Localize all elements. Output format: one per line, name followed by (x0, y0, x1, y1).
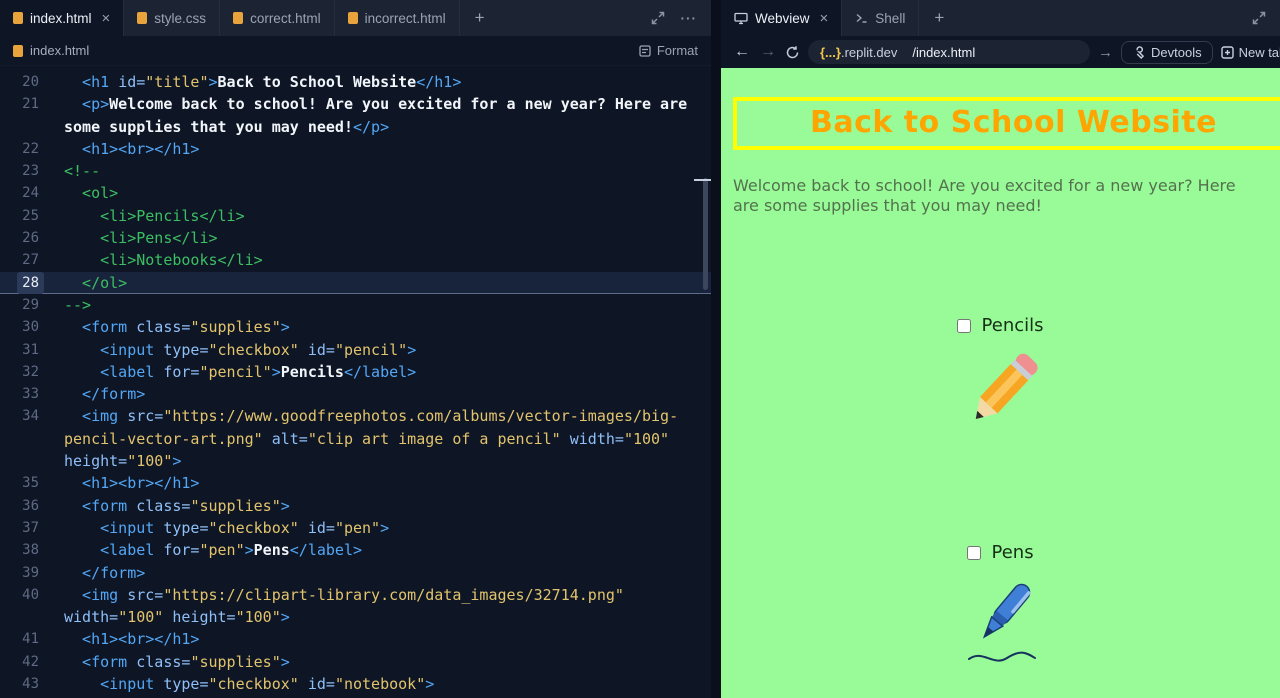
tab-label: Webview (755, 10, 810, 26)
tab-incorrect-html[interactable]: incorrect.html (335, 0, 460, 36)
html-file-icon (233, 12, 244, 24)
code-line: 31 <input type="checkbox" id="pencil"> (22, 340, 417, 359)
refresh-button[interactable] (785, 45, 800, 60)
supply-form-pencils: Pencils (721, 315, 1280, 442)
url-path: /index.html (912, 44, 976, 60)
page-intro-text: Welcome back to school! Are you excited … (733, 176, 1236, 215)
code-line: 28 </ol> (0, 271, 711, 294)
code-line: pencil-vector-art.png" alt="clip art ima… (64, 429, 670, 448)
monitor-icon (734, 12, 748, 24)
css-file-icon (137, 12, 148, 24)
pencils-checkbox[interactable] (957, 319, 972, 334)
code-line: 23 <!-- (22, 162, 101, 181)
format-label: Format (656, 43, 698, 58)
breadcrumb: index.html (30, 43, 90, 58)
url-domain: .replit.dev (840, 44, 898, 60)
pencils-label: Pencils (981, 315, 1044, 337)
forward-button[interactable]: → (759, 43, 777, 61)
page-title: Back to School Website (809, 105, 1218, 140)
code-line: 41 <h1><br></h1> (22, 630, 200, 649)
code-line: 34 <img src="https://www.goodfreephotos.… (22, 407, 679, 426)
expand-pane-icon[interactable] (651, 11, 665, 25)
webview-tab-bar: Webview × Shell + (721, 0, 1280, 36)
code-line: 38 <label for="pen">Pens</label> (22, 541, 363, 560)
shell-icon (856, 13, 867, 23)
editor-tabbar-actions: ··· (651, 0, 712, 36)
new-file-tab-button[interactable]: + (460, 0, 500, 36)
devtools-label: Devtools (1151, 44, 1202, 60)
tab-label: correct.html (250, 10, 321, 26)
webview-tabbar-actions (1252, 0, 1280, 36)
code-line: 22 <h1><br></h1> (22, 139, 200, 158)
tab-label: Shell (875, 10, 906, 26)
code-line: 30 <form class="supplies"> (22, 318, 290, 337)
wrench-icon (1136, 45, 1145, 59)
expand-pane-icon[interactable] (1252, 11, 1266, 25)
html-file-icon (13, 12, 23, 24)
editor-breadcrumb-bar: index.html Format (0, 36, 711, 66)
tab-correct-html[interactable]: correct.html (220, 0, 335, 36)
close-icon[interactable]: × (102, 11, 111, 26)
code-lines: 20 <h1 id="title">Back to School Website… (0, 71, 711, 695)
new-tab-label: New tab (1238, 44, 1280, 60)
format-button[interactable]: Format (639, 43, 698, 58)
rendered-page: Back to School Website Welcome back to s… (721, 68, 1280, 698)
close-icon[interactable]: × (820, 11, 829, 26)
code-line: 37 <input type="checkbox" id="pen"> (22, 518, 390, 537)
tab-style-css[interactable]: style.css (124, 0, 221, 36)
url-masked-subdomain: {...} (820, 44, 841, 60)
code-line: width="100" height="100"> (64, 608, 290, 627)
pane-divider[interactable] (711, 0, 721, 698)
code-line: 32 <label for="pencil">Pencils</label> (22, 362, 417, 381)
tab-index-html[interactable]: index.html × (0, 0, 125, 36)
scrollbar-position-marker (694, 179, 711, 181)
code-line: 25 <li>Pencils</li> (22, 206, 245, 225)
pens-checkbox[interactable] (967, 546, 982, 561)
tab-label: style.css (154, 10, 207, 26)
tab-webview[interactable]: Webview × (721, 0, 843, 36)
go-to-url-icon[interactable]: → (1098, 44, 1113, 61)
page-title-box: Back to School Website (733, 97, 1280, 150)
html-file-icon (347, 12, 358, 24)
code-line: 40 <img src="https://clipart-library.com… (22, 585, 624, 604)
tab-label: index.html (30, 10, 92, 26)
webview-pane: Webview × Shell + ← → {...} .replit.dev … (721, 0, 1280, 698)
supply-form-pens: Pens (721, 542, 1280, 669)
webview-toolbar: ← → {...} .replit.dev /index.html → Devt… (721, 36, 1280, 68)
tab-shell[interactable]: Shell (842, 0, 920, 36)
code-line: 26 <li>Pens</li> (22, 229, 218, 248)
url-bar[interactable]: {...} .replit.dev /index.html (808, 40, 1090, 64)
code-line: 20 <h1 id="title">Back to School Website… (22, 73, 462, 91)
new-tab-icon (1220, 45, 1234, 59)
new-webview-tab-button[interactable]: + (919, 0, 959, 36)
format-icon (639, 44, 651, 57)
code-line: 36 <form class="supplies"> (22, 496, 290, 515)
code-line: 27 <li>Notebooks</li> (22, 251, 263, 270)
editor-tab-bar: index.html × style.css correct.html inco… (0, 0, 711, 36)
code-line: 42 <form class="supplies"> (22, 652, 290, 671)
code-line: 29 --> (22, 295, 92, 314)
code-line: height="100"> (64, 452, 182, 471)
code-line: 39 </form> (22, 563, 146, 582)
html-file-icon (13, 44, 23, 57)
back-button[interactable]: ← (733, 43, 751, 61)
kebab-menu-icon[interactable]: ··· (681, 11, 698, 26)
code-line: 21 <p>Welcome back to school! Are you ex… (22, 95, 688, 114)
code-line: some supplies that you may need!</p> (64, 117, 390, 136)
tab-label: incorrect.html (364, 10, 446, 26)
code-line: 24 <ol> (22, 184, 119, 203)
code-line: 33 </form> (22, 385, 146, 404)
devtools-button[interactable]: Devtools (1121, 40, 1213, 64)
editor-pane: index.html × style.css correct.html inco… (0, 0, 711, 698)
pens-label: Pens (991, 542, 1034, 564)
code-line: 43 <input type="checkbox" id="notebook"> (22, 675, 435, 694)
code-line: 35 <h1><br></h1> (22, 474, 200, 493)
pen-clipart (967, 583, 1036, 662)
pencil-clipart (975, 353, 1038, 420)
code-editor[interactable]: 20 <h1 id="title">Back to School Website… (0, 66, 711, 698)
new-tab-button[interactable]: New tab (1220, 44, 1280, 60)
editor-scrollbar[interactable] (703, 178, 708, 290)
